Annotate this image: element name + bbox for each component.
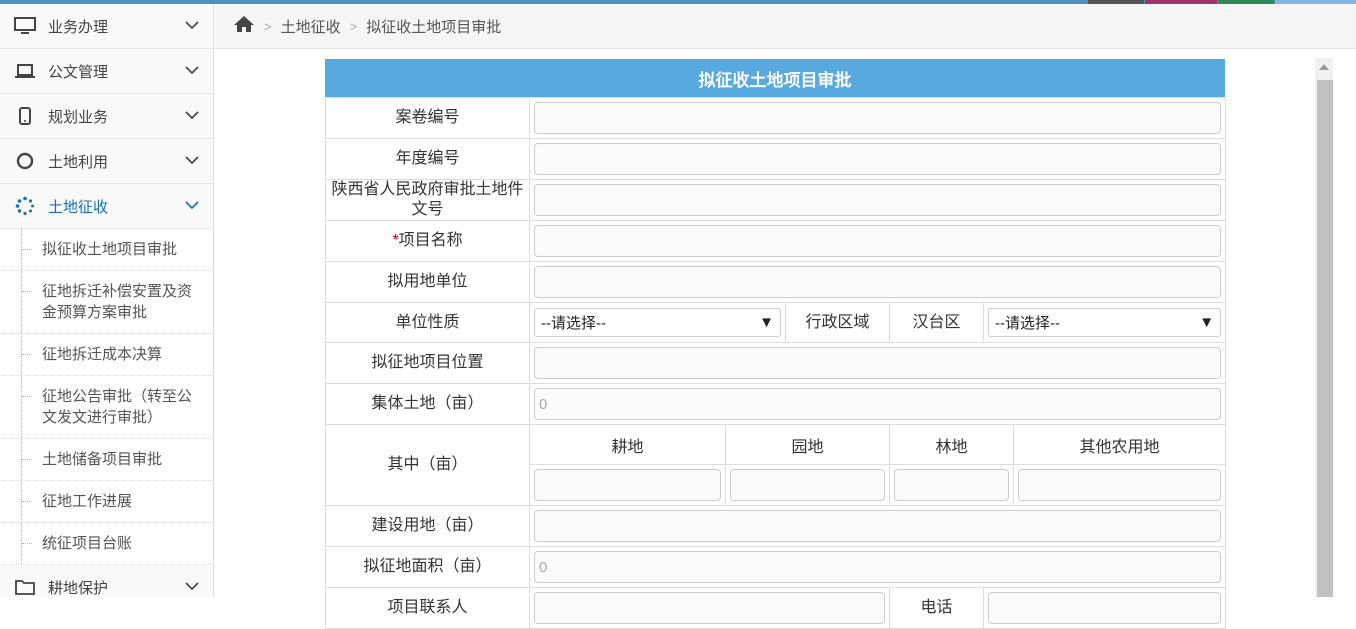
construction-land-input[interactable]	[534, 510, 1222, 542]
case-no-label: 案卷编号	[325, 97, 530, 139]
chevron-down-icon	[185, 21, 199, 30]
contact-label: 项目联系人	[325, 587, 530, 629]
submenu-item-project-ledger[interactable]: 统征项目台账	[0, 523, 213, 565]
laptop-icon	[14, 61, 36, 81]
district-label: 行政区域	[785, 302, 890, 343]
breadcrumb-level1[interactable]: 土地征收	[281, 16, 341, 37]
garden-input[interactable]	[730, 469, 885, 501]
breadcrumb-level2: 拟征收土地项目审批	[366, 18, 502, 36]
sidebar-item-documents[interactable]: 公文管理	[0, 49, 213, 94]
dropdown-arrow-icon: ▼	[1199, 314, 1215, 331]
year-no-input[interactable]	[534, 143, 1222, 175]
form-title: 拟征收土地项目审批	[325, 59, 1225, 97]
project-name-input[interactable]	[534, 225, 1222, 257]
total-area-label: 拟征地面积（亩）	[325, 546, 530, 588]
chevron-down-icon	[185, 201, 199, 210]
other-agri-header: 其他农用地	[1012, 424, 1227, 465]
phone-label: 电话	[889, 587, 984, 629]
submenu-item-work-progress[interactable]: 征地工作进展	[0, 481, 213, 523]
sidebar: 业务办理 公文管理 规划业务 土地利用 土地征收 拟征收土地项目审批 征地拆迁补…	[0, 4, 214, 597]
monitor-icon	[14, 16, 36, 36]
farmland-header: 耕地	[529, 424, 726, 465]
chevron-down-icon	[185, 111, 199, 120]
submenu-item-cost-settlement[interactable]: 征地拆迁成本决算	[0, 334, 213, 376]
district-value: 汉台区	[889, 302, 984, 343]
breadcrumb-separator-icon: >	[349, 18, 358, 34]
scroll-up-icon[interactable]	[1319, 64, 1329, 70]
construction-land-label: 建设用地（亩）	[325, 505, 530, 547]
case-no-input[interactable]	[534, 102, 1222, 134]
dropdown-arrow-icon: ▼	[759, 314, 774, 331]
sidebar-item-label: 土地征收	[48, 198, 109, 216]
garden-header: 园地	[725, 424, 890, 465]
farmland-input[interactable]	[534, 469, 721, 501]
sidebar-item-business[interactable]: 业务办理	[0, 4, 213, 49]
home-icon[interactable]	[233, 15, 255, 37]
sidebar-item-label: 业务办理	[48, 18, 109, 36]
main-content: 拟征收土地项目审批 案卷编号 年度编号 陕西省人民政府审批土地件文号 *项目名称	[215, 50, 1356, 629]
form-table: 案卷编号 年度编号 陕西省人民政府审批土地件文号 *项目名称 拟用地单位 单位性…	[325, 97, 1227, 629]
sidebar-item-label: 土地利用	[48, 153, 109, 171]
chevron-down-icon	[185, 66, 199, 75]
sidebar-item-land-use[interactable]: 土地利用	[0, 139, 213, 184]
approval-doc-input[interactable]	[534, 184, 1222, 216]
location-input[interactable]	[534, 347, 1222, 379]
submenu-item-land-reserve[interactable]: 土地储备项目审批	[0, 439, 213, 481]
breadcrumb: > 土地征收 > 拟征收土地项目审批	[215, 4, 1356, 49]
scroll-thumb[interactable]	[1317, 80, 1333, 597]
submenu-item-announcement-approval[interactable]: 征地公告审批（转至公文发文进行审批）	[0, 376, 213, 439]
folder-icon	[14, 577, 36, 597]
spinner-icon	[14, 196, 36, 216]
forest-input[interactable]	[894, 469, 1009, 501]
unit-nature-label: 单位性质	[325, 302, 530, 343]
chevron-down-icon	[185, 582, 199, 591]
project-name-label: *项目名称	[325, 220, 530, 262]
other-agri-input[interactable]	[1018, 469, 1222, 501]
breadcrumb-separator-icon: >	[264, 18, 272, 34]
submenu-item-compensation-budget[interactable]: 征地拆迁补偿安置及资金预算方案审批	[0, 271, 213, 334]
district-select[interactable]: --请选择-- ▼	[988, 308, 1222, 337]
collective-land-label: 集体土地（亩）	[325, 383, 530, 425]
sidebar-item-label: 耕地保护	[48, 579, 109, 597]
tablet-icon	[14, 106, 36, 126]
of-which-label: 其中（亩）	[325, 424, 530, 506]
sidebar-item-label: 规划业务	[48, 108, 109, 126]
forest-header: 林地	[889, 424, 1014, 465]
approval-form: 拟征收土地项目审批 案卷编号 年度编号 陕西省人民政府审批土地件文号 *项目名称	[325, 59, 1227, 629]
unit-label: 拟用地单位	[325, 261, 530, 303]
chevron-down-icon	[185, 156, 199, 165]
approval-doc-label: 陕西省人民政府审批土地件文号	[325, 179, 530, 221]
total-area-input: 0	[534, 551, 1222, 583]
sidebar-item-farmland-protection[interactable]: 耕地保护	[0, 565, 213, 597]
circle-icon	[14, 151, 36, 171]
unit-input[interactable]	[534, 266, 1222, 298]
submenu-land-expropriation: 拟征收土地项目审批 征地拆迁补偿安置及资金预算方案审批 征地拆迁成本决算 征地公…	[0, 229, 213, 565]
vertical-scrollbar[interactable]	[1315, 58, 1333, 597]
unit-nature-select[interactable]: --请选择-- ▼	[534, 308, 781, 337]
sidebar-item-planning[interactable]: 规划业务	[0, 94, 213, 139]
collective-land-input: 0	[534, 388, 1222, 420]
sidebar-item-land-expropriation[interactable]: 土地征收	[0, 184, 213, 229]
submenu-item-project-approval[interactable]: 拟征收土地项目审批	[0, 229, 213, 271]
location-label: 拟征地项目位置	[325, 342, 530, 384]
sidebar-item-label: 公文管理	[48, 63, 109, 81]
year-no-label: 年度编号	[325, 138, 530, 180]
